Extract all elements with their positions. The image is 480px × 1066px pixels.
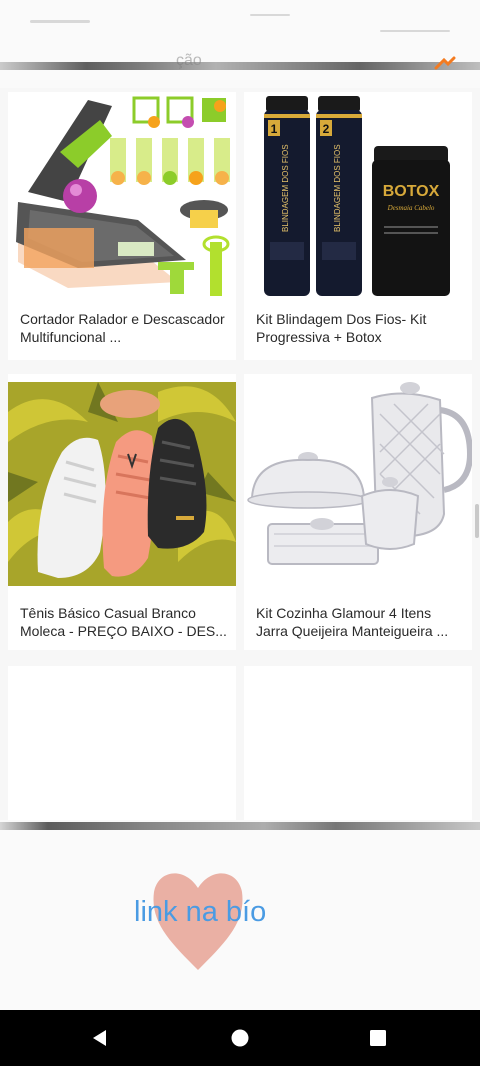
product-title[interactable]: Tênis Básico Casual Branco Moleca - PREÇ… [20, 604, 230, 640]
product-title[interactable]: Kit Cozinha Glamour 4 Itens Jarra Queije… [256, 604, 466, 640]
product-card[interactable]: Kit Cozinha Glamour 4 Itens Jarra Queije… [244, 374, 472, 650]
bottle-2-text: BLINDAGEM DOS FIOS [333, 144, 342, 232]
product-card[interactable]: 1 BLINDAGEM DOS FIOS 2 BLINDAGEM DOS FIO… [244, 92, 472, 360]
product-card-placeholder[interactable] [8, 666, 236, 824]
bottle-1-text: BLINDAGEM DOS FIOS [281, 144, 290, 232]
glassware-kit-image [244, 374, 472, 582]
sneakers-image [8, 382, 236, 586]
product-card-placeholder[interactable] [244, 666, 472, 824]
product-title[interactable]: Cortador Ralador e Descascador Multifunc… [20, 310, 230, 346]
system-navigation-bar [0, 1010, 480, 1066]
top-header-strip: ção [0, 0, 480, 88]
scrollbar-thumb[interactable] [475, 504, 479, 538]
bottom-banner[interactable]: link na bío [0, 820, 480, 1010]
vegetable-slicer-image [8, 92, 236, 300]
corner-arrow-icon [434, 56, 456, 70]
step-1-label: 1 [271, 122, 278, 136]
product-card[interactable]: Tênis Básico Casual Branco Moleca - PREÇ… [8, 374, 236, 650]
step-2-label: 2 [323, 122, 330, 136]
back-icon[interactable] [82, 1020, 118, 1056]
header-divider [0, 62, 480, 70]
banner-divider [0, 822, 480, 830]
link-in-bio-text[interactable]: link na bío [134, 896, 266, 929]
product-title[interactable]: Kit Blindagem Dos Fios- Kit Progressiva … [256, 310, 466, 346]
jar-brand: BOTOX [383, 183, 440, 200]
jar-subtitle: Desmaia Cabelo [387, 204, 435, 212]
hair-treatment-kit-image: 1 BLINDAGEM DOS FIOS 2 BLINDAGEM DOS FIO… [244, 92, 472, 300]
home-icon[interactable] [222, 1020, 258, 1056]
recents-icon[interactable] [360, 1020, 396, 1056]
product-card[interactable]: Cortador Ralador e Descascador Multifunc… [8, 92, 236, 360]
